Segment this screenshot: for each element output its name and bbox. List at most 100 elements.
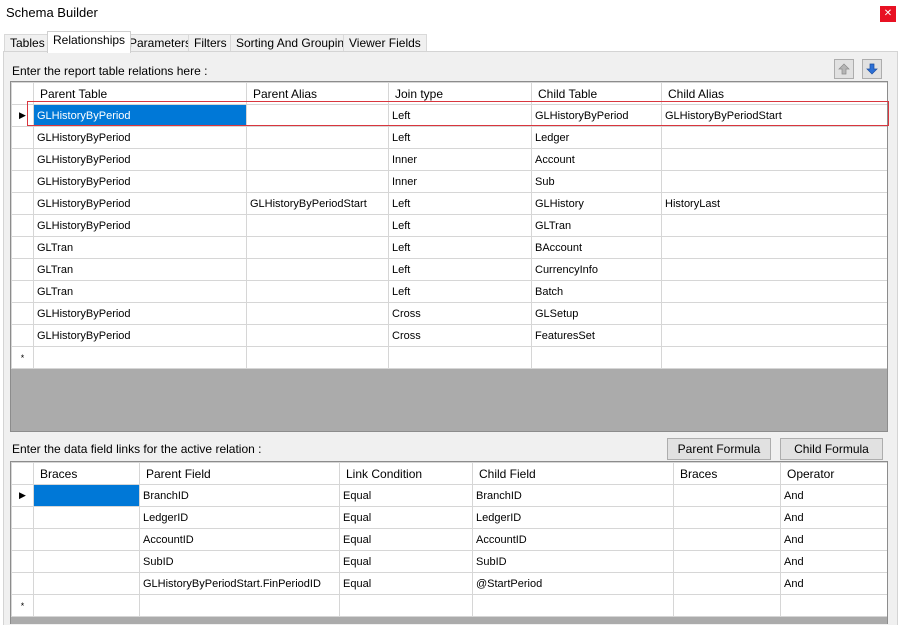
grid-cell-empty[interactable]: [531, 346, 662, 369]
row-header[interactable]: [11, 258, 34, 281]
grid-cell[interactable]: [673, 528, 781, 551]
parent-formula-button[interactable]: Parent Formula: [667, 438, 771, 460]
grid-cell[interactable]: [246, 236, 389, 259]
row-header[interactable]: [11, 280, 34, 303]
link-row[interactable]: LedgerID Equal LedgerID And: [11, 506, 887, 529]
grid-cell[interactable]: [661, 214, 887, 237]
grid-cell[interactable]: GLHistoryByPeriodStart: [246, 192, 389, 215]
grid-cell[interactable]: [246, 302, 389, 325]
row-header[interactable]: [11, 192, 34, 215]
grid-cell[interactable]: And: [780, 528, 887, 551]
link-row[interactable]: SubID Equal SubID And: [11, 550, 887, 573]
grid-cell[interactable]: Left: [388, 280, 532, 303]
column-header-braces-close[interactable]: Braces: [673, 462, 781, 485]
grid-cell[interactable]: GLHistoryByPeriod: [33, 104, 247, 127]
grid-cell[interactable]: @StartPeriod: [472, 572, 674, 595]
grid-cell[interactable]: Cross: [388, 324, 532, 347]
tab-parameters[interactable]: Parameters: [123, 34, 198, 52]
grid-cell[interactable]: LedgerID: [139, 506, 340, 529]
grid-cell[interactable]: Left: [388, 214, 532, 237]
grid-cell-empty[interactable]: [673, 594, 781, 617]
grid-cell[interactable]: Cross: [388, 302, 532, 325]
grid-cell[interactable]: SubID: [472, 550, 674, 573]
grid-cell[interactable]: GLHistoryByPeriodStart.FinPeriodID: [139, 572, 340, 595]
grid-cell[interactable]: [661, 236, 887, 259]
row-header[interactable]: [11, 528, 34, 551]
column-header-join-type[interactable]: Join type: [388, 82, 532, 105]
relation-row[interactable]: GLTran Left CurrencyInfo: [11, 258, 887, 281]
grid-cell-empty[interactable]: [780, 594, 887, 617]
row-header[interactable]: [11, 126, 34, 149]
current-row-indicator[interactable]: ▶: [11, 104, 34, 127]
grid-cell[interactable]: Left: [388, 236, 532, 259]
new-row[interactable]: *: [11, 594, 887, 617]
relation-row[interactable]: GLHistoryByPeriod Left Ledger: [11, 126, 887, 149]
grid-cell[interactable]: Left: [388, 104, 532, 127]
grid-cell[interactable]: GLHistoryByPeriod: [33, 214, 247, 237]
row-header[interactable]: [11, 214, 34, 237]
grid-cell[interactable]: [661, 170, 887, 193]
grid-cell[interactable]: SubID: [139, 550, 340, 573]
grid-cell[interactable]: [246, 280, 389, 303]
grid-cell[interactable]: Left: [388, 126, 532, 149]
grid-cell[interactable]: GLHistoryByPeriod: [33, 192, 247, 215]
relation-row[interactable]: GLHistoryByPeriod Cross FeaturesSet: [11, 324, 887, 347]
tab-relationships[interactable]: Relationships: [47, 31, 132, 53]
grid-cell[interactable]: [33, 550, 140, 573]
grid-cell[interactable]: GLTran: [531, 214, 662, 237]
grid-cell[interactable]: BranchID: [139, 484, 340, 507]
column-header-parent-field[interactable]: Parent Field: [139, 462, 340, 485]
relation-row[interactable]: GLHistoryByPeriod Cross GLSetup: [11, 302, 887, 325]
grid-cell[interactable]: Left: [388, 258, 532, 281]
grid-cell[interactable]: GLHistoryByPeriod: [33, 126, 247, 149]
grid-cell[interactable]: [246, 148, 389, 171]
row-header[interactable]: [11, 572, 34, 595]
link-row[interactable]: AccountID Equal AccountID And: [11, 528, 887, 551]
grid-cell[interactable]: GLHistoryByPeriod: [33, 302, 247, 325]
grid-cell[interactable]: FeaturesSet: [531, 324, 662, 347]
grid-cell[interactable]: [661, 258, 887, 281]
relation-row[interactable]: GLHistoryByPeriod GLHistoryByPeriodStart L…: [11, 192, 887, 215]
relation-row[interactable]: GLHistoryByPeriod Left GLTran: [11, 214, 887, 237]
move-up-button[interactable]: [834, 59, 854, 79]
grid-cell[interactable]: [246, 258, 389, 281]
grid-cell[interactable]: [246, 126, 389, 149]
column-header-child-alias[interactable]: Child Alias: [661, 82, 887, 105]
grid-cell[interactable]: GLTran: [33, 258, 247, 281]
relation-row[interactable]: GLHistoryByPeriod Inner Sub: [11, 170, 887, 193]
close-icon[interactable]: ✕: [880, 6, 896, 22]
grid-cell-empty[interactable]: [246, 346, 389, 369]
grid-cell-empty[interactable]: [388, 346, 532, 369]
column-header-link-condition[interactable]: Link Condition: [339, 462, 473, 485]
grid-cell[interactable]: GLHistoryByPeriodStart: [661, 104, 887, 127]
grid-cell[interactable]: BranchID: [472, 484, 674, 507]
new-row[interactable]: *: [11, 346, 887, 369]
grid-cell[interactable]: GLHistoryByPeriod: [33, 324, 247, 347]
grid-cell[interactable]: HistoryLast: [661, 192, 887, 215]
link-row[interactable]: GLHistoryByPeriodStart.FinPeriodID Equal @…: [11, 572, 887, 595]
row-header[interactable]: [11, 550, 34, 573]
grid-cell[interactable]: [33, 506, 140, 529]
grid-cell[interactable]: GLHistoryByPeriod: [531, 104, 662, 127]
grid-cell[interactable]: [673, 484, 781, 507]
column-header-child-table[interactable]: Child Table: [531, 82, 662, 105]
grid-cell[interactable]: GLHistory: [531, 192, 662, 215]
grid-cell[interactable]: [661, 148, 887, 171]
grid-cell-empty[interactable]: [661, 346, 887, 369]
tab-filters[interactable]: Filters: [188, 34, 233, 52]
grid-cell[interactable]: Inner: [388, 170, 532, 193]
tab-viewer-fields[interactable]: Viewer Fields: [343, 34, 427, 52]
column-header-braces-open[interactable]: Braces: [33, 462, 140, 485]
row-header[interactable]: [11, 148, 34, 171]
grid-cell-empty[interactable]: [139, 594, 340, 617]
grid-cell[interactable]: [661, 280, 887, 303]
column-header-child-field[interactable]: Child Field: [472, 462, 674, 485]
row-header[interactable]: [11, 236, 34, 259]
grid-cell[interactable]: Equal: [339, 506, 473, 529]
grid-cell[interactable]: Equal: [339, 572, 473, 595]
grid-cell[interactable]: BAccount: [531, 236, 662, 259]
grid-cell[interactable]: And: [780, 484, 887, 507]
link-row[interactable]: ▶ BranchID Equal BranchID And: [11, 484, 887, 507]
grid-cell[interactable]: [246, 104, 389, 127]
grid-cell[interactable]: Ledger: [531, 126, 662, 149]
